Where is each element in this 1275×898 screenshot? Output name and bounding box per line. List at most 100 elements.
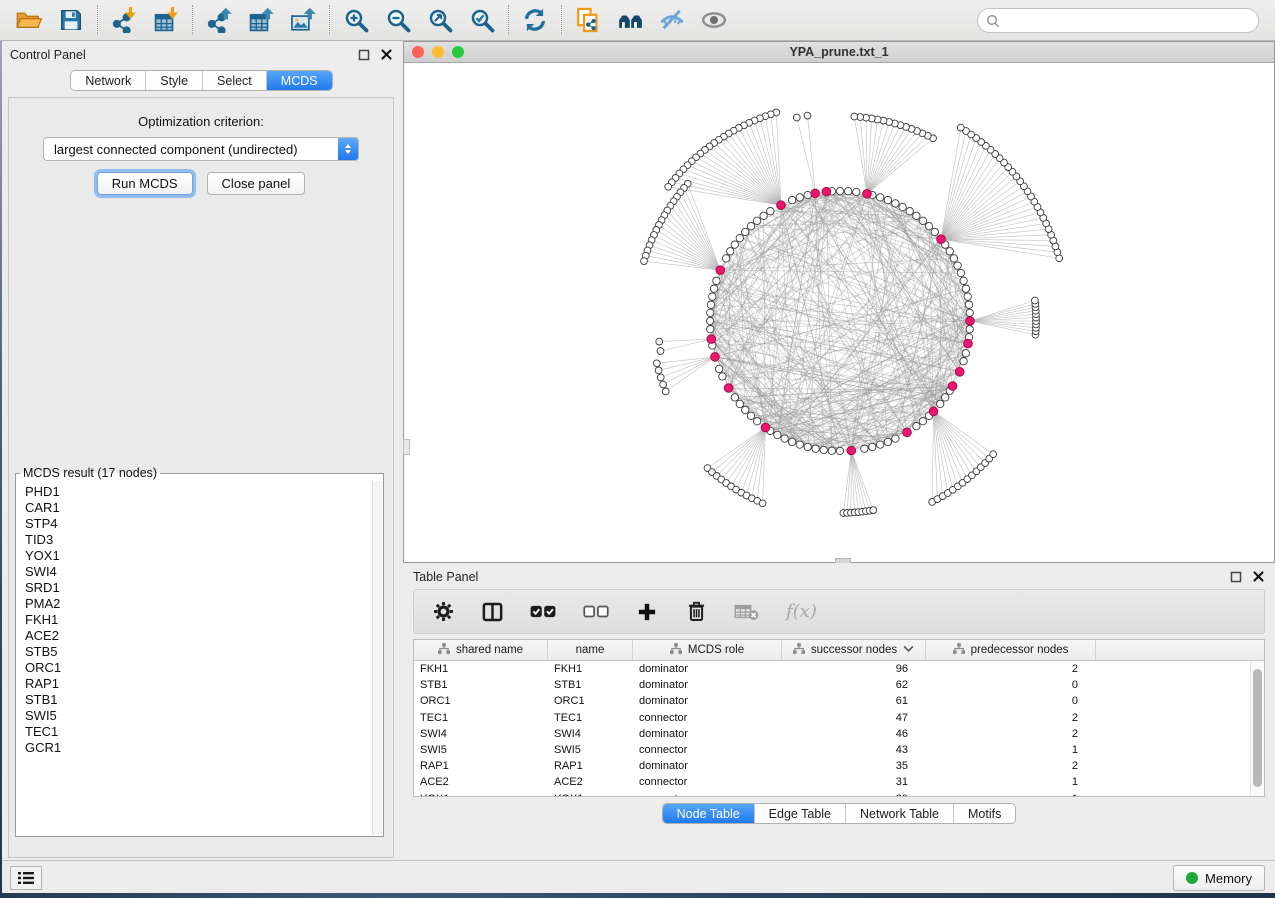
run-mcds-button[interactable]: Run MCDS bbox=[97, 172, 193, 195]
result-node-item[interactable]: CAR1 bbox=[25, 500, 372, 516]
desktop-background bbox=[0, 893, 1275, 898]
zoom-fit-icon[interactable] bbox=[423, 5, 457, 35]
result-node-item[interactable]: STB5 bbox=[25, 644, 372, 660]
import-table-icon[interactable] bbox=[149, 5, 183, 35]
column-label: successor nodes bbox=[811, 644, 897, 656]
result-node-item[interactable]: STB1 bbox=[25, 692, 372, 708]
table-cell: SWI5 bbox=[414, 744, 548, 756]
memory-button[interactable]: Memory bbox=[1173, 865, 1265, 891]
deselect-all-icon[interactable] bbox=[583, 603, 609, 620]
export-image-icon[interactable] bbox=[286, 5, 320, 35]
table-row[interactable]: STB1STB1dominator620 bbox=[414, 677, 1250, 693]
column-header-shared-name[interactable]: shared name bbox=[414, 640, 548, 660]
cytopanel-list-button[interactable] bbox=[10, 866, 42, 890]
show-all-icon[interactable] bbox=[697, 5, 731, 35]
mcds-result-group: MCDS result (17 nodes) PHD1CAR1STP4TID3Y… bbox=[15, 466, 384, 837]
window-close-icon[interactable] bbox=[412, 46, 424, 58]
result-node-item[interactable]: SWI4 bbox=[25, 564, 372, 580]
tab-select[interactable]: Select bbox=[203, 71, 267, 90]
tab-style[interactable]: Style bbox=[146, 71, 203, 90]
result-node-item[interactable]: YOX1 bbox=[25, 548, 372, 564]
tree-icon bbox=[793, 643, 805, 657]
result-scrollbar[interactable] bbox=[372, 481, 382, 835]
zoom-in-icon[interactable] bbox=[339, 5, 373, 35]
column-header-successor-nodes[interactable]: successor nodes bbox=[782, 640, 926, 660]
export-table-icon[interactable] bbox=[244, 5, 278, 35]
zoom-selected-icon[interactable] bbox=[465, 5, 499, 35]
refresh-icon[interactable] bbox=[518, 5, 552, 35]
table-row[interactable]: RAP1RAP1dominator352 bbox=[414, 758, 1250, 774]
mcds-result-list[interactable]: PHD1CAR1STP4TID3YOX1SWI4SRD1PMA2FKH1ACE2… bbox=[17, 482, 372, 835]
table-scrollbar[interactable] bbox=[1250, 661, 1264, 796]
table-cell: ACE2 bbox=[414, 776, 548, 788]
columns-icon[interactable] bbox=[481, 602, 503, 622]
table-row[interactable]: SWI5SWI5connector431 bbox=[414, 742, 1250, 758]
column-header-predecessor-nodes[interactable]: predecessor nodes bbox=[926, 640, 1096, 660]
optimization-criterion-label: Optimization criterion: bbox=[9, 114, 393, 129]
tab-edge-table[interactable]: Edge Table bbox=[755, 804, 846, 823]
result-node-item[interactable]: PMA2 bbox=[25, 596, 372, 612]
result-node-item[interactable]: RAP1 bbox=[25, 676, 372, 692]
result-node-item[interactable]: TID3 bbox=[25, 532, 372, 548]
select-all-icon[interactable] bbox=[530, 603, 556, 620]
zoom-out-icon[interactable] bbox=[381, 5, 415, 35]
table-cell: 35 bbox=[782, 760, 926, 772]
column-header-name[interactable]: name bbox=[548, 640, 633, 660]
result-node-item[interactable]: ACE2 bbox=[25, 628, 372, 644]
tab-network-table[interactable]: Network Table bbox=[846, 804, 954, 823]
network-window-titlebar[interactable]: YPA_prune.txt_1 bbox=[404, 42, 1274, 63]
tab-node-table[interactable]: Node Table bbox=[663, 804, 755, 823]
duplicate-network-icon[interactable] bbox=[571, 5, 605, 35]
result-node-item[interactable]: FKH1 bbox=[25, 612, 372, 628]
table-cell: 2 bbox=[926, 712, 1096, 724]
memory-status-icon bbox=[1186, 872, 1198, 884]
table-row[interactable]: ORC1ORC1dominator610 bbox=[414, 693, 1250, 709]
table-row[interactable]: FKH1FKH1dominator962 bbox=[414, 661, 1250, 677]
table-cell: 96 bbox=[782, 663, 926, 675]
result-node-item[interactable]: TEC1 bbox=[25, 724, 372, 740]
tab-network[interactable]: Network bbox=[71, 71, 146, 90]
table-body: FKH1FKH1dominator962STB1STB1dominator620… bbox=[414, 661, 1250, 796]
search-box[interactable] bbox=[977, 8, 1259, 33]
save-icon[interactable] bbox=[54, 5, 88, 35]
window-minimize-icon[interactable] bbox=[432, 46, 444, 58]
criterion-dropdown[interactable]: largest connected component (undirected) bbox=[43, 137, 359, 161]
float-table-panel-icon[interactable] bbox=[1229, 570, 1242, 583]
column-header-MCDS-role[interactable]: MCDS role bbox=[633, 640, 782, 660]
tab-mcds[interactable]: MCDS bbox=[267, 71, 332, 90]
network-canvas[interactable] bbox=[404, 63, 1274, 562]
table-row[interactable]: TEC1TEC1connector472 bbox=[414, 710, 1250, 726]
close-panel-button[interactable]: Close panel bbox=[207, 172, 306, 195]
open-icon[interactable] bbox=[12, 5, 46, 35]
vertical-splitter-grip[interactable] bbox=[403, 439, 410, 455]
result-node-item[interactable]: PHD1 bbox=[25, 484, 372, 500]
result-node-item[interactable]: ORC1 bbox=[25, 660, 372, 676]
export-network-icon[interactable] bbox=[202, 5, 236, 35]
add-row-icon[interactable] bbox=[636, 602, 658, 622]
result-node-item[interactable]: STP4 bbox=[25, 516, 372, 532]
first-neighbors-icon[interactable] bbox=[613, 5, 647, 35]
search-input[interactable] bbox=[1000, 14, 1258, 28]
delete-row-icon[interactable] bbox=[685, 601, 707, 622]
table-cell: FKH1 bbox=[414, 663, 548, 675]
float-panel-icon[interactable] bbox=[357, 48, 370, 61]
close-panel-icon[interactable] bbox=[380, 48, 393, 61]
table-scrollbar-thumb[interactable] bbox=[1253, 669, 1262, 787]
table-row[interactable]: ACE2ACE2connector311 bbox=[414, 774, 1250, 790]
close-table-panel-icon[interactable] bbox=[1252, 570, 1265, 583]
mcds-result-title: MCDS result (17 nodes) bbox=[20, 466, 160, 480]
tab-motifs[interactable]: Motifs bbox=[954, 804, 1015, 823]
import-network-icon[interactable] bbox=[107, 5, 141, 35]
table-panel-title: Table Panel bbox=[413, 570, 1229, 584]
table-row[interactable]: SWI4SWI4dominator462 bbox=[414, 726, 1250, 742]
criterion-value: largest connected component (undirected) bbox=[44, 142, 338, 157]
result-node-item[interactable]: GCR1 bbox=[25, 740, 372, 756]
table-row[interactable]: YOX1YOX1connector291 bbox=[414, 791, 1250, 797]
gear-icon[interactable] bbox=[432, 601, 454, 622]
table-cell: RAP1 bbox=[548, 760, 633, 772]
table-cell: FKH1 bbox=[548, 663, 633, 675]
window-maximize-icon[interactable] bbox=[452, 46, 464, 58]
result-node-item[interactable]: SWI5 bbox=[25, 708, 372, 724]
hide-selected-icon[interactable] bbox=[655, 5, 689, 35]
result-node-item[interactable]: SRD1 bbox=[25, 580, 372, 596]
